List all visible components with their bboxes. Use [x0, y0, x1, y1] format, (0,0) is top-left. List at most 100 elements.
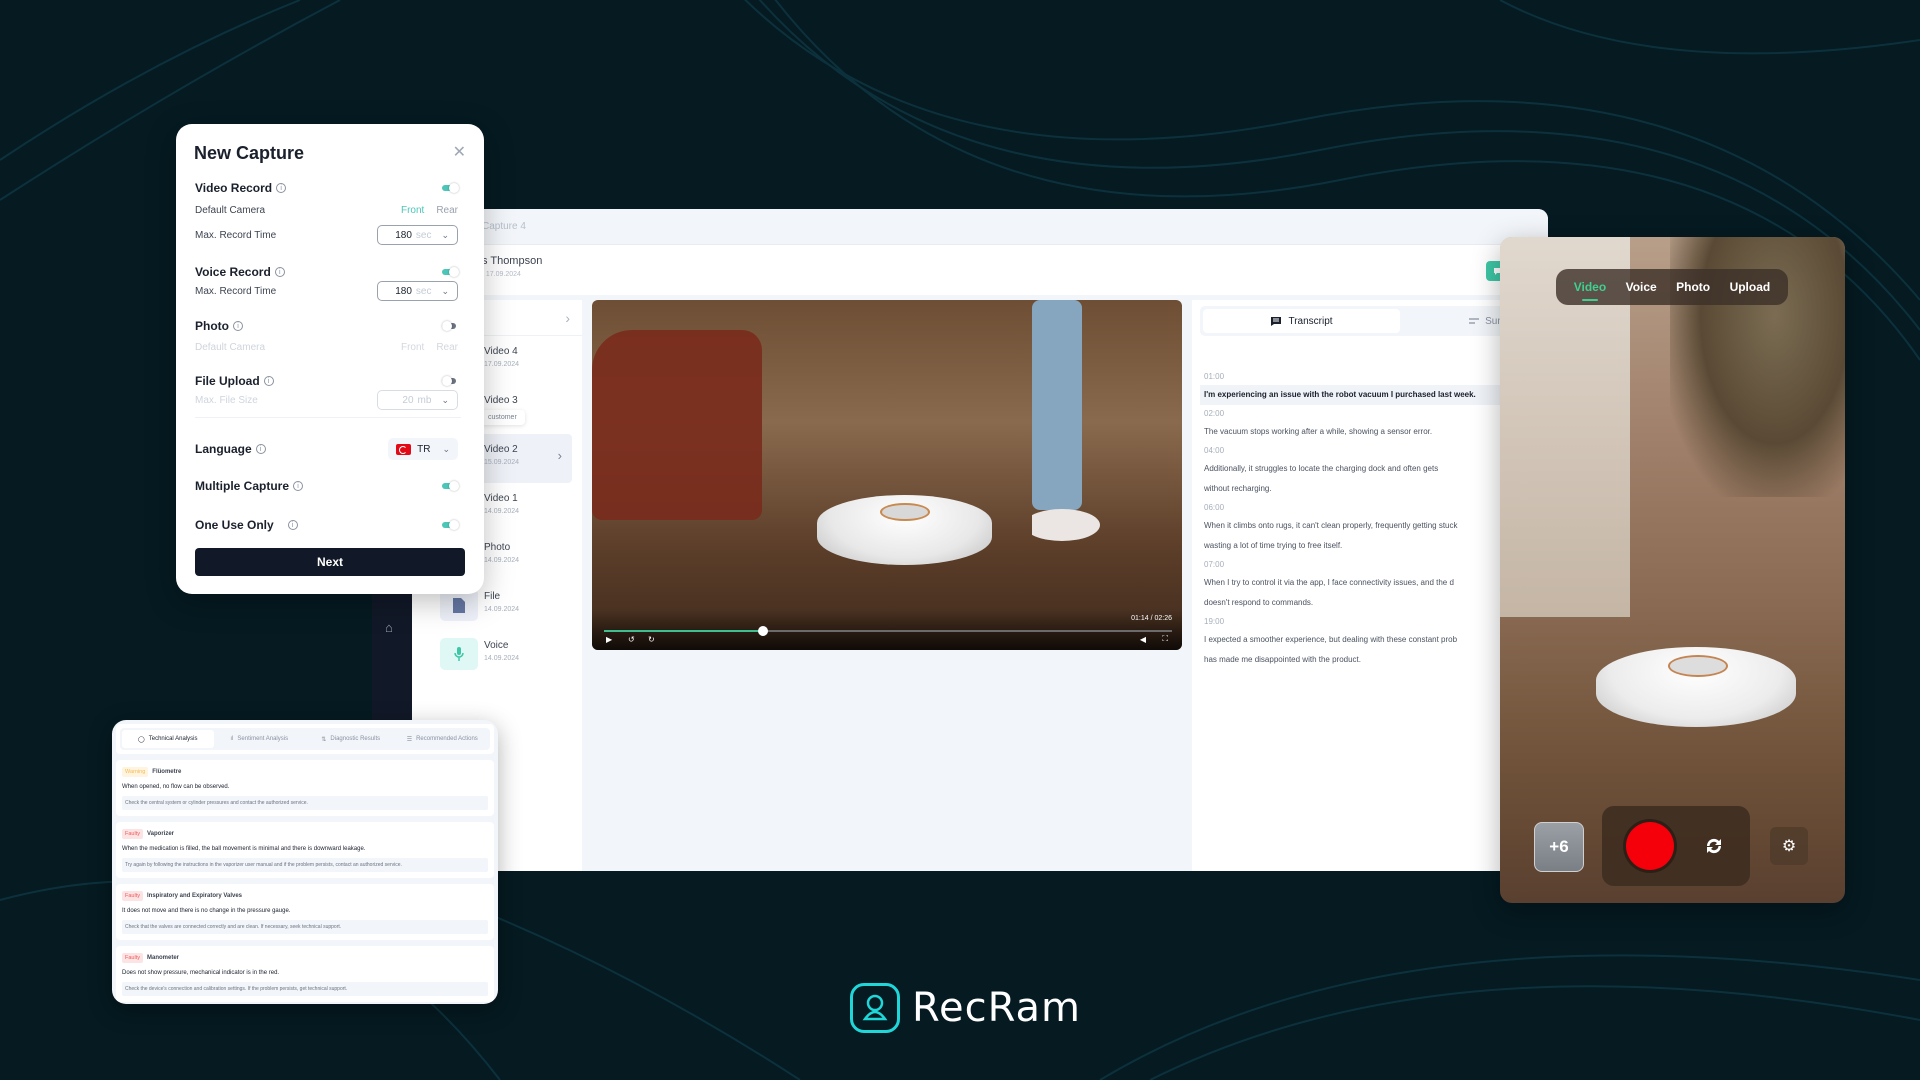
info-icon: i [276, 183, 287, 193]
play-icon[interactable]: ▶ [606, 635, 612, 644]
one-use-only-toggle[interactable] [442, 520, 459, 530]
record-button[interactable] [1626, 822, 1674, 870]
tab-transcript-label: Transcript [1288, 315, 1333, 327]
capture-title: File [484, 591, 501, 602]
mode-tab-upload[interactable]: Upload [1730, 280, 1771, 294]
analysis-tab-label: Diagnostic Results [330, 736, 381, 742]
issue-description: Does not show pressure, mechanical indic… [122, 970, 280, 976]
capture-date: 17.09.2024 [484, 361, 520, 368]
analysis-tab-icon: ☰ [406, 736, 413, 743]
video-player[interactable]: 01:14 / 02:26 ▶ ↺ ↻ ◀ ⛶ [592, 300, 1182, 650]
dashboard-topbar: Capture 4 [412, 209, 1548, 245]
transcript-text: I expected a smoother experience, but de… [1204, 635, 1458, 644]
mode-tab-video[interactable]: Video [1574, 280, 1606, 301]
camera-front-option[interactable]: Front [401, 205, 424, 216]
analysis-item: Faulty Inspiratory and Expiratory Valves I… [116, 884, 494, 940]
mode-tab-voice[interactable]: Voice [1626, 280, 1657, 294]
customer-header: s Thompson : 17.09.2024 [412, 245, 1548, 295]
chevron-right-icon[interactable]: › [565, 310, 570, 326]
transcript-tabs: Transcript Summary [1200, 306, 1548, 336]
settings-button[interactable]: ⚙ [1770, 827, 1808, 865]
rewind-icon[interactable]: ↺ [628, 635, 635, 644]
info-icon: i [233, 321, 243, 331]
recommendation: Check the central system or cylinder pre… [122, 796, 488, 810]
transcript-timestamp[interactable]: 04:00 [1200, 442, 1548, 459]
capture-title: Video 1 [484, 493, 518, 504]
analysis-tab[interactable]: ☰ Recommended Actions [397, 730, 489, 748]
close-icon[interactable]: ✕ [453, 142, 466, 162]
voice-max-time-label: Max. Record Time [195, 285, 277, 297]
breadcrumb[interactable]: Capture 4 [482, 221, 526, 232]
dashboard-body: › Video 417.09.2024Video 316.09.2024Vide… [412, 295, 1548, 871]
capture-controls: +6 ⚙ [1500, 793, 1845, 903]
capture-title: Voice [484, 640, 509, 651]
language-label: Language i [195, 442, 266, 456]
transcript-timestamp[interactable]: 07:00 [1200, 556, 1548, 573]
analysis-tab-icon: ◯ [138, 736, 145, 743]
camera-front-option[interactable]: Front [401, 342, 424, 353]
chevron-right-icon: › [557, 448, 562, 463]
analysis-tab-icon: ⇅ [321, 736, 327, 743]
max-file-size-label: Max. File Size [195, 394, 258, 406]
status-badge: Warning [122, 767, 149, 777]
capture-mode-bar: Video Voice Photo Upload [1556, 269, 1788, 305]
forward-icon[interactable]: ↻ [648, 635, 655, 644]
brand-logo: RecRam [850, 983, 1081, 1033]
fullscreen-icon[interactable]: ⛶ [1162, 634, 1168, 644]
transcript-timestamp[interactable]: 06:00 [1200, 499, 1548, 516]
video-record-label: Video Record i [195, 181, 287, 195]
photo-toggle[interactable] [442, 321, 458, 331]
capture-title: Video 4 [484, 346, 518, 357]
status-badge: Faulty [122, 953, 143, 963]
gallery-thumbnail[interactable]: +6 [1534, 822, 1584, 872]
transcript-timestamp[interactable]: 01:00 [1200, 368, 1548, 385]
next-button[interactable]: Next [195, 548, 465, 576]
voice-record-label: Voice Record i [195, 265, 285, 279]
capture-list-item[interactable]: Voice 14.09.2024 [412, 630, 582, 679]
bank-icon[interactable]: ⌂ [385, 620, 393, 635]
status-badge: Faulty [122, 829, 143, 839]
divider [195, 417, 461, 418]
volume-icon[interactable]: ◀ [1140, 635, 1146, 644]
video-progress-knob[interactable] [758, 626, 769, 636]
language-select[interactable]: TR ⌄ [388, 438, 458, 460]
video-camera-selector: Front Rear [401, 205, 458, 216]
recommendation: Check that the valves are connected corr… [122, 920, 488, 934]
video-progress-bar[interactable] [604, 626, 1172, 636]
transcript-text: Additionally, it struggles to locate the… [1204, 464, 1439, 473]
voice-max-time-select[interactable]: 180 sec ⌄ [377, 281, 458, 301]
file-upload-toggle[interactable] [442, 376, 458, 386]
mode-tab-photo[interactable]: Photo [1676, 280, 1710, 294]
multiple-capture-toggle[interactable] [442, 481, 459, 491]
record-panel [1602, 806, 1750, 886]
analysis-item: Faulty Vaporizer When the medication is fi… [116, 822, 494, 878]
camera-rear-option[interactable]: Rear [436, 342, 458, 353]
customer-name: s Thompson [482, 255, 543, 267]
issue-description: When opened, no flow can be observed. [122, 784, 230, 790]
switch-camera-icon[interactable] [1702, 834, 1726, 858]
transcript-text: without recharging. [1204, 484, 1272, 493]
analysis-card: ◯ Technical Analysis ıl Sentiment Analysis ⇅… [112, 720, 498, 1004]
chevron-down-icon: ⌄ [441, 285, 449, 296]
max-file-size-select[interactable]: 20 mb ⌄ [377, 390, 458, 410]
video-max-time-select[interactable]: 180 sec ⌄ [377, 225, 458, 245]
transcript-panel: Transcript Summary 01:00I'm experiencing… [1192, 300, 1548, 871]
transcript-timestamp[interactable]: 19:00 [1200, 613, 1548, 630]
analysis-tab-label: Sentiment Analysis [237, 736, 289, 742]
info-icon: i [274, 267, 285, 277]
video-max-time-label: Max. Record Time [195, 229, 277, 241]
analysis-tab[interactable]: ⇅ Diagnostic Results [305, 730, 397, 748]
tab-transcript[interactable]: Transcript [1203, 309, 1400, 333]
voice-record-toggle[interactable] [442, 267, 459, 277]
analysis-tab-icon: ıl [230, 736, 234, 742]
transcript-timestamp[interactable]: 02:00 [1200, 405, 1548, 422]
analysis-tab[interactable]: ◯ Technical Analysis [122, 730, 214, 748]
video-default-camera-label: Default Camera [195, 205, 266, 216]
capture-title: Video 3 [484, 395, 518, 406]
video-record-toggle[interactable] [442, 183, 459, 193]
camera-rear-option[interactable]: Rear [436, 205, 458, 216]
video-time: 01:14 / 02:26 [1131, 615, 1172, 622]
analysis-tab[interactable]: ıl Sentiment Analysis [214, 730, 306, 748]
photo-camera-selector: Front Rear [401, 342, 458, 353]
info-icon: i [263, 376, 274, 386]
